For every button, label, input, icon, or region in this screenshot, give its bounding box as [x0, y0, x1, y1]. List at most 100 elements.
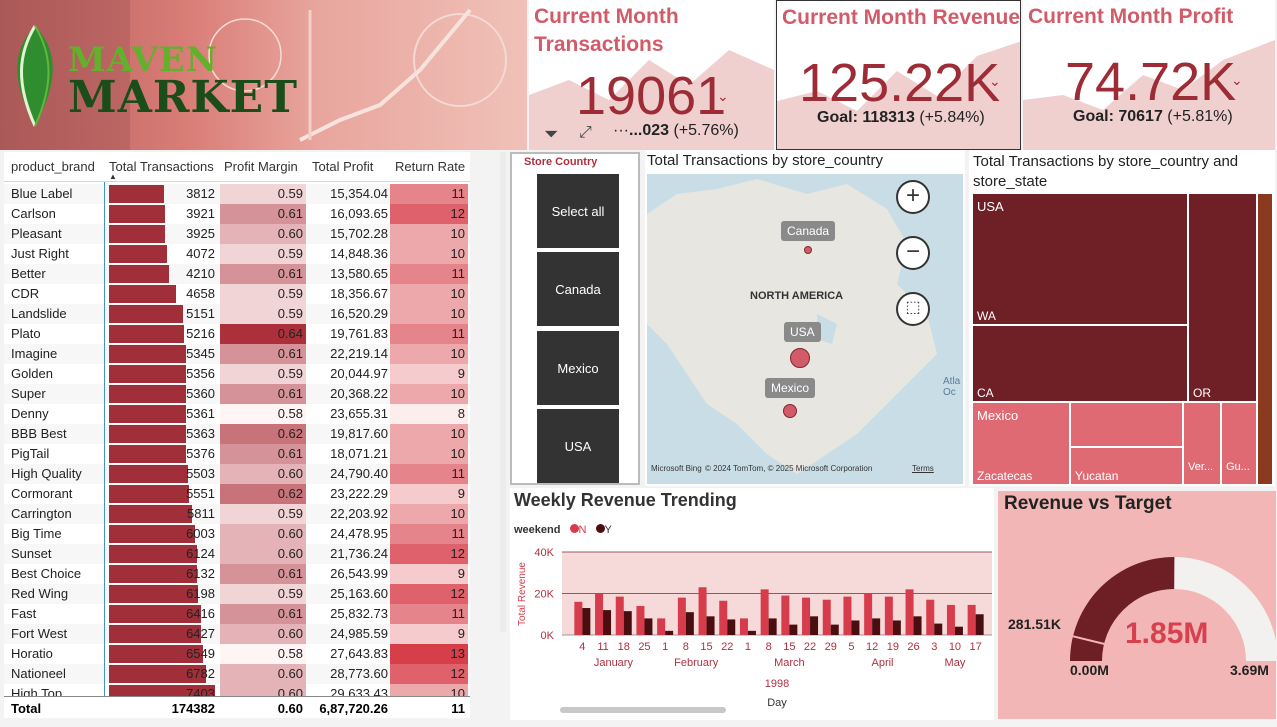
- table-row[interactable]: Denny 5361 0.58 23,655.31 8: [4, 404, 470, 424]
- table-row[interactable]: PigTail 5376 0.61 18,071.21 10: [4, 444, 470, 464]
- table-row[interactable]: Plato 5216 0.64 19,761.83 11: [4, 324, 470, 344]
- table-row[interactable]: Horatio 6549 0.58 27,643.83 13: [4, 644, 470, 664]
- kpi-transactions-card[interactable]: Current Month Transactions 19061 ⌄ ⏷ ⤢ ··…: [529, 0, 774, 150]
- table-row[interactable]: Cormorant 5551 0.62 23,222.29 9: [4, 484, 470, 504]
- x-tick-label: 8: [766, 641, 772, 653]
- col-header-return-rate[interactable]: Return Rate: [395, 159, 465, 174]
- kpi-profit-card[interactable]: Current Month Profit 74.72K ⌄ Goal: 7061…: [1023, 0, 1275, 150]
- page-scrollbar[interactable]: [500, 152, 506, 632]
- table-row[interactable]: Carrington 5811 0.59 22,203.92 10: [4, 504, 470, 524]
- col-header-transactions[interactable]: Total Transactions: [109, 159, 214, 174]
- filter-icon[interactable]: ⏷: [544, 124, 558, 145]
- table-row[interactable]: Golden 5356 0.59 20,044.97 9: [4, 364, 470, 384]
- treemap-cell-zacatecas[interactable]: Mexico Zacatecas: [972, 402, 1070, 485]
- cell-total-profit: 22,219.14: [330, 346, 388, 361]
- table-row[interactable]: Best Choice 6132 0.61 26,543.99 9: [4, 564, 470, 584]
- map-canvas[interactable]: NORTH AMERICA Canada USA Mexico Atla Oc …: [647, 174, 963, 484]
- bar-weekday: [657, 618, 666, 635]
- slicer-option-select-all[interactable]: Select all: [537, 174, 619, 248]
- cell-total-profit: 13,580.65: [330, 266, 388, 281]
- kpi-revenue-card[interactable]: Current Month Revenue 125.22K ⌄ Goal: 11…: [776, 0, 1021, 150]
- cell-total-profit: 18,356.67: [330, 286, 388, 301]
- map-bubble-canada[interactable]: [804, 246, 812, 254]
- bar-weekday: [781, 595, 790, 635]
- map-bubble-mexico[interactable]: [783, 404, 797, 418]
- table-row[interactable]: CDR 4658 0.59 18,356.67 10: [4, 284, 470, 304]
- treemap-cell-guerrero[interactable]: Gu...: [1221, 402, 1257, 485]
- treemap-cell-or[interactable]: OR: [1188, 193, 1257, 402]
- focus-mode-icon[interactable]: ⤢: [579, 124, 592, 142]
- table-row[interactable]: Fast 6416 0.61 25,832.73 11: [4, 604, 470, 624]
- col-header-total-profit[interactable]: Total Profit: [312, 159, 373, 174]
- cell-return-rate: 10: [390, 224, 468, 244]
- slicer-option-usa[interactable]: USA: [537, 409, 619, 483]
- x-tick-label: 4: [579, 641, 585, 653]
- cell-total-profit: 25,163.60: [330, 586, 388, 601]
- table-row[interactable]: Landslide 5151 0.59 16,520.29 10: [4, 304, 470, 324]
- table-row[interactable]: Super 5360 0.61 20,368.22 10: [4, 384, 470, 404]
- treemap-cell-ca[interactable]: CA: [972, 325, 1188, 402]
- table-row[interactable]: BBB Best 5363 0.62 19,817.60 10: [4, 424, 470, 444]
- map-bubble-usa[interactable]: [790, 348, 810, 368]
- table-row[interactable]: Imagine 5345 0.61 22,219.14 10: [4, 344, 470, 364]
- table-row[interactable]: Better 4210 0.61 13,580.65 11: [4, 264, 470, 284]
- treemap-cell-yucatan[interactable]: Yucatan: [1070, 447, 1183, 485]
- treemap-cell-other[interactable]: [1257, 193, 1273, 485]
- map-visual[interactable]: Total Transactions by store_country NORT…: [645, 150, 965, 486]
- cell-profit-margin: 0.62: [220, 484, 306, 504]
- table-row[interactable]: Blue Label 3812 0.59 15,354.04 11: [4, 184, 470, 204]
- chart-scrollbar[interactable]: [560, 707, 726, 713]
- store-country-slicer[interactable]: Store Country Select all Canada Mexico U…: [510, 152, 640, 485]
- select-region-button[interactable]: ⬚: [896, 292, 930, 326]
- logo-text-market: MARKET: [68, 72, 298, 123]
- zoom-out-button[interactable]: −: [896, 236, 930, 270]
- weekly-revenue-chart[interactable]: Weekly Revenue Trending weekend N Y 0K 20…: [510, 488, 994, 720]
- table-row[interactable]: Red Wing 6198 0.59 25,163.60 12: [4, 584, 470, 604]
- cell-total-profit: 19,817.60: [330, 426, 388, 441]
- cell-brand: Just Right: [11, 246, 69, 261]
- bar-weekday: [677, 597, 686, 635]
- y-tick-label: 0K: [541, 630, 555, 642]
- treemap-cell-veracruz[interactable]: Ver...: [1183, 402, 1221, 485]
- table-row[interactable]: Fort West 6427 0.60 24,985.59 9: [4, 624, 470, 644]
- cell-profit-margin: 0.60: [220, 624, 306, 644]
- cell-tx: 6416: [186, 606, 215, 621]
- zoom-in-button[interactable]: +: [896, 180, 930, 214]
- table-row[interactable]: Big Time 6003 0.60 24,478.95 11: [4, 524, 470, 544]
- bar-weekend: [954, 626, 963, 635]
- chevron-down-icon[interactable]: ⌄: [989, 73, 1001, 90]
- cell-brand: Better: [11, 266, 46, 281]
- brand-table[interactable]: product_brand Total Transactions Profit …: [4, 152, 470, 718]
- slicer-option-canada[interactable]: Canada: [537, 252, 619, 326]
- chevron-down-icon[interactable]: ⌄: [717, 88, 729, 105]
- treemap-cell-mexico-2[interactable]: [1070, 402, 1183, 447]
- col-header-profit-margin[interactable]: Profit Margin: [224, 159, 298, 174]
- treemap-cell-wa[interactable]: USA WA: [972, 193, 1188, 325]
- table-row[interactable]: Just Right 4072 0.59 14,848.36 10: [4, 244, 470, 264]
- table-row[interactable]: Carlson 3921 0.61 16,093.65 12: [4, 204, 470, 224]
- revenue-gauge[interactable]: Revenue vs Target 1.85M 281.51K 0.00M 3.…: [998, 491, 1276, 719]
- cell-tx: 5376: [186, 446, 215, 461]
- gauge-min: 0.00M: [1070, 662, 1109, 678]
- table-row[interactable]: Sunset 6124 0.60 21,736.24 12: [4, 544, 470, 564]
- treemap-visual[interactable]: Total Transactions by store_country and …: [969, 150, 1275, 486]
- table-row[interactable]: Pleasant 3925 0.60 15,702.28 10: [4, 224, 470, 244]
- cell-tx: 4210: [186, 266, 215, 281]
- cell-return-rate: 11: [390, 464, 468, 484]
- table-row[interactable]: Nationeel 6782 0.60 28,773.60 12: [4, 664, 470, 684]
- terms-link[interactable]: Terms: [912, 464, 934, 473]
- cell-profit-margin: 0.60: [220, 524, 306, 544]
- cell-profit-margin: 0.60: [220, 544, 306, 564]
- cell-profit-margin: 0.61: [220, 444, 306, 464]
- chevron-down-icon[interactable]: ⌄: [1231, 72, 1243, 89]
- table-row[interactable]: High Quality 5503 0.60 24,790.40 11: [4, 464, 470, 484]
- cell-return-rate: 10: [390, 424, 468, 444]
- cell-tx: 6003: [186, 526, 215, 541]
- bar-weekday: [967, 604, 976, 635]
- col-header-brand[interactable]: product_brand: [11, 159, 95, 174]
- slicer-option-mexico[interactable]: Mexico: [537, 331, 619, 405]
- cell-brand: Fort West: [11, 626, 68, 641]
- more-options-icon[interactable]: ···: [613, 122, 629, 140]
- cell-tx: 5360: [186, 386, 215, 401]
- cell-tx: 5356: [186, 366, 215, 381]
